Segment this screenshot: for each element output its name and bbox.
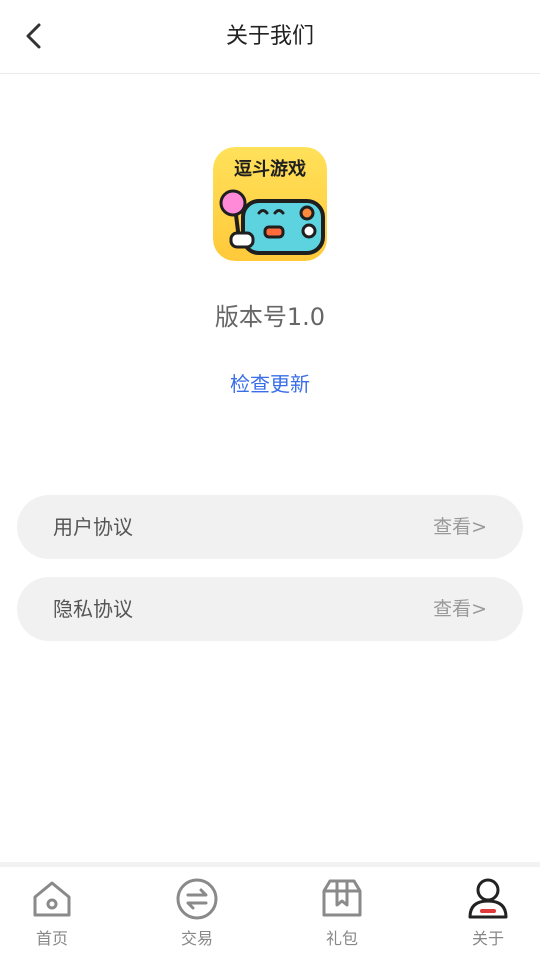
exchange-icon <box>176 878 218 920</box>
bottom-tab-bar: 首页 交易 礼包 关于 <box>0 862 540 960</box>
home-icon <box>33 881 71 917</box>
user-agreement-row[interactable]: 用户协议 查看> <box>17 495 523 559</box>
tab-home[interactable]: 首页 <box>2 867 102 960</box>
version-label: 版本号1.0 <box>214 303 326 331</box>
tab-home-label: 首页 <box>35 929 68 948</box>
view-user-agreement-link[interactable]: 查看> <box>433 495 487 559</box>
user-agreement-label: 用户协议 <box>53 515 133 539</box>
page-title: 关于我们 <box>225 24 314 49</box>
check-update-link[interactable]: 检查更新 <box>0 368 540 397</box>
view-privacy-agreement-link[interactable]: 查看> <box>433 577 487 641</box>
tab-gift[interactable]: 礼包 <box>292 867 392 960</box>
tab-about-label: 关于 <box>471 929 504 948</box>
tab-exchange-label: 交易 <box>180 929 213 948</box>
gift-box-icon <box>322 879 362 917</box>
tab-exchange[interactable]: 交易 <box>147 867 247 960</box>
svg-text:逗斗游戏: 逗斗游戏 <box>234 158 306 180</box>
tab-about[interactable]: 关于 <box>438 867 538 960</box>
privacy-agreement-row[interactable]: 隐私协议 查看> <box>17 577 523 641</box>
top-bar: 关于我们 <box>0 0 540 74</box>
privacy-agreement-label: 隐私协议 <box>53 597 133 621</box>
tab-gift-label: 礼包 <box>325 929 358 948</box>
user-icon <box>468 878 508 919</box>
app-logo: 逗斗游戏 <box>213 147 327 261</box>
